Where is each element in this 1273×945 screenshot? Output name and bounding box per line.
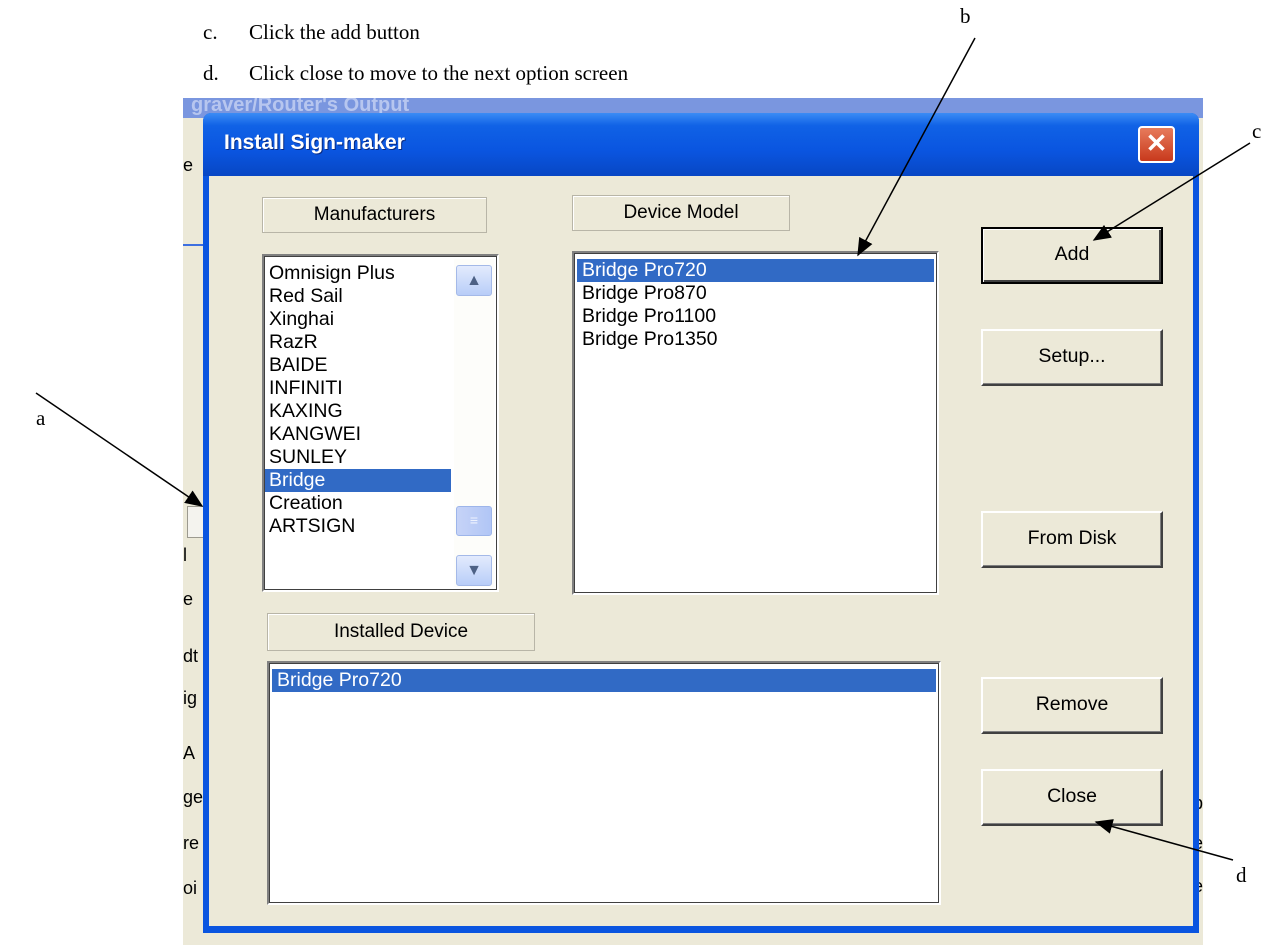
arrow-d — [1094, 819, 1234, 861]
annotation-arrows — [35, 37, 1251, 861]
arrow-c — [1092, 142, 1251, 241]
arrow-b — [857, 37, 976, 257]
arrow-a — [35, 392, 204, 507]
